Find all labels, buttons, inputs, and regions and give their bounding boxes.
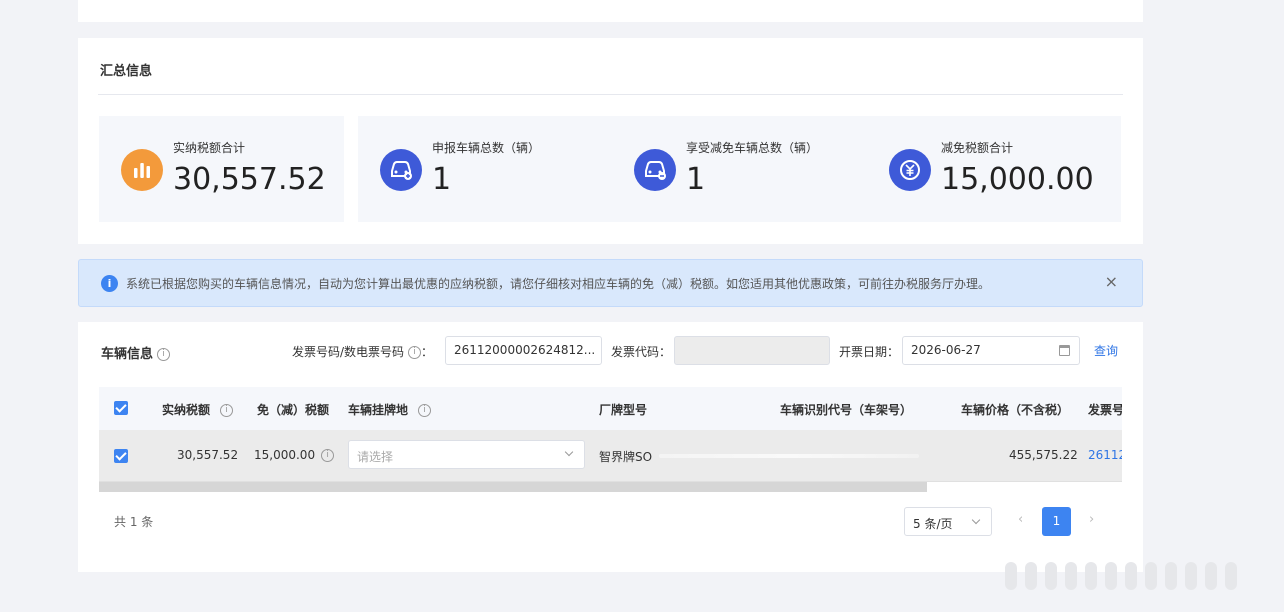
select-placeholder: 请选择 [357,450,394,464]
col-plate-text: 车辆挂牌地 [348,403,409,417]
stat-label: 申报车辆总数（辆） [432,141,541,155]
page-size-select[interactable]: 5 条/页 [904,507,992,536]
plate-place-select[interactable]: 请选择 [348,440,585,469]
vehicle-title-text: 车辆信息 [101,347,154,362]
invoice-number-input[interactable]: 26112000002624812... [445,336,602,365]
col-invoice: 发票号 [1088,403,1122,417]
alert-message: 系统已根据您购买的车辆信息情况，自动为您计算出最优惠的应纳税额，请您仔细核对相应… [126,277,991,291]
vehicle-title: 车辆信息 i [101,343,171,362]
stat-label: 享受减免车辆总数（辆） [686,141,819,155]
select-all-checkbox[interactable] [114,401,128,415]
col-vin: 车辆识别代号（车架号） [780,403,913,417]
help-icon[interactable]: i [157,348,171,361]
summary-title: 汇总信息 [100,64,153,79]
total-count: 共 1 条 [114,515,154,529]
cell-price: 455,575.22 [1009,448,1078,462]
yuan-refresh-icon [889,149,931,191]
invoice-number-label: 发票号码/数电票号码 i： [292,343,433,360]
cell-model: 智界牌SO [599,450,653,464]
bar-chart-icon [121,149,163,191]
invoice-code-input[interactable] [674,336,830,365]
date-value: 2026-06-27 [911,343,981,357]
col-price: 车辆价格（不含税） [961,403,1070,417]
info-alert: i 系统已根据您购买的车辆信息情况，自动为您计算出最优惠的应纳税额，请您仔细核对… [78,259,1143,307]
col-tax-exempt: 免（减）税额 [257,403,330,417]
vehicle-table: 实纳税额 i 免（减）税额 车辆挂牌地 i 厂牌型号 车辆识别代号（车架号） 车辆价… [99,387,1122,492]
tax-exempt-value: 15,000.00 [254,448,316,462]
page-1-button[interactable]: 1 [1042,507,1071,536]
stat-label: 减免税额合计 [941,141,1014,155]
table-header: 实纳税额 i 免（减）税额 车辆挂牌地 i 厂牌型号 车辆识别代号（车架号） 车辆价… [99,387,1122,430]
help-icon[interactable]: i [408,346,422,359]
stat-value: 15,000.00 [941,162,1094,197]
colon: ： [421,345,434,359]
prev-page-button[interactable]: ‹ [1018,512,1023,527]
invoice-date-input[interactable]: 2026-06-27 [902,336,1080,365]
table-row: 30,557.52 15,000.00 i 请选择 智界牌SO 455,575.2… [99,430,1122,482]
cell-tax-paid: 30,557.52 [177,448,239,462]
stat-value: 1 [686,162,706,197]
col-tax-paid-text: 实纳税额 [162,403,211,417]
invoice-date-label: 开票日期： [839,345,900,359]
watermark-strip [1005,562,1255,590]
next-page-button[interactable]: › [1089,512,1094,527]
row-checkbox[interactable] [114,449,128,463]
stat-tax-paid: 实纳税额合计 30,557.52 [99,116,344,222]
summary-panel: 汇总信息 实纳税额合计 30,557.52 申报车辆总数（辆） 1 享受减免车辆… [78,38,1143,244]
help-icon[interactable]: i [220,404,234,417]
horizontal-scrollbar[interactable] [99,482,927,492]
car-minus-icon [634,149,676,191]
redacted-vin [659,454,919,458]
vehicle-panel: 车辆信息 i 发票号码/数电票号码 i： 26112000002624812... … [78,322,1143,572]
page-size-value: 5 条/页 [913,517,953,531]
car-add-icon [380,149,422,191]
calendar-icon[interactable] [1059,345,1070,356]
stat-value: 1 [432,162,452,197]
stat-value: 30,557.52 [173,162,326,197]
col-tax-paid: 实纳税额 i [162,401,234,418]
stat-vehicles-group: 申报车辆总数（辆） 1 享受减免车辆总数（辆） 1 减免税额合计 15,000.… [358,116,1121,222]
invoice-label-text: 发票号码/数电票号码 [292,345,405,359]
col-model: 厂牌型号 [599,403,648,417]
top-card-remnant [78,0,1143,22]
cell-invoice-link[interactable]: 26112 [1088,448,1122,462]
query-button[interactable]: 查询 [1094,342,1118,359]
stat-label: 实纳税额合计 [173,141,246,155]
info-icon: i [101,275,118,292]
chevron-down-icon [564,447,574,457]
cell-tax-exempt: 15,000.00 i [254,448,335,462]
col-plate-place: 车辆挂牌地 i [348,401,432,418]
help-icon[interactable]: i [321,449,335,462]
close-icon[interactable]: × [1105,272,1118,291]
help-icon[interactable]: i [418,404,432,417]
summary-divider [98,94,1123,95]
chevron-down-icon [971,515,981,525]
invoice-code-label: 发票代码： [611,345,672,359]
